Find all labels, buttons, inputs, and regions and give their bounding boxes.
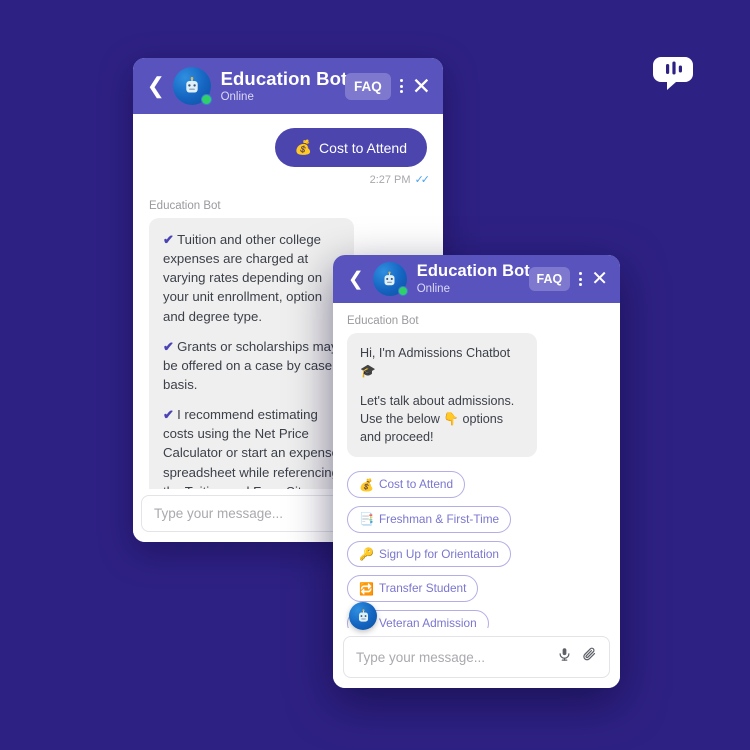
bot-sender-label: Education Bot xyxy=(149,200,221,212)
bookmark-tabs-emoji: 📑 xyxy=(359,512,374,527)
bot-greeting-bubble: Hi, I'm Admissions Chatbot 🎓 Let's talk … xyxy=(347,333,537,458)
user-message-text: Cost to Attend xyxy=(319,139,407,156)
message-input[interactable] xyxy=(356,649,547,665)
check-icon: ✔ xyxy=(163,338,175,354)
bot-greeting-text: Hi, I'm Admissions Chatbot 🎓 xyxy=(360,346,511,379)
money-bag-emoji: 💰 xyxy=(359,477,374,492)
option-label: Veteran Admission xyxy=(378,616,477,628)
key-emoji: 🔑 xyxy=(359,547,374,562)
kebab-menu-icon[interactable] xyxy=(570,272,591,286)
chat-body-front: Education Bot Hi, I'm Admissions Chatbot… xyxy=(333,303,620,628)
chat-bubble-icon xyxy=(653,57,693,90)
robot-avatar-icon xyxy=(384,271,395,285)
back-icon[interactable]: ❮ xyxy=(145,75,167,97)
user-message-row: 💰 Cost to Attend xyxy=(149,128,427,167)
bot-sender-label: Education Bot xyxy=(347,315,419,327)
close-icon[interactable]: ✕ xyxy=(412,74,431,98)
option-chip-freshman-first-time[interactable]: 📑 Freshman & First-Time xyxy=(347,505,512,533)
repeat-emoji: 🔁 xyxy=(359,581,374,596)
back-icon[interactable]: ❮ xyxy=(345,270,367,289)
user-message-bubble[interactable]: 💰 Cost to Attend xyxy=(274,128,427,167)
kebab-menu-icon[interactable] xyxy=(391,79,412,93)
message-meta: 2:27 PM ✓✓ xyxy=(149,173,431,187)
microphone-icon[interactable] xyxy=(557,647,572,667)
bot-name: Education Bot xyxy=(220,68,348,90)
chat-header-back: ❮ Education Bot Online FAQ ✕ xyxy=(133,58,443,114)
bot-paragraph: ✔ Tuition and other college expenses are … xyxy=(163,232,323,324)
bot-body-text: Let's talk about admissions. Use the bel… xyxy=(360,393,515,445)
avatar xyxy=(172,67,212,105)
bot-status: Online xyxy=(220,90,254,103)
robot-avatar-icon xyxy=(358,608,368,622)
bot-paragraph: ✔ I recommend estimating costs using the … xyxy=(163,407,339,489)
close-icon[interactable]: ✕ xyxy=(591,269,608,289)
option-chip-sign-up-orientation[interactable]: 🔑 Sign Up for Orientation xyxy=(347,540,511,568)
robot-avatar-icon xyxy=(185,76,198,93)
header-text-block: Education Bot Online xyxy=(220,68,348,103)
message-timestamp: 2:27 PM xyxy=(369,173,411,186)
option-label: Sign Up for Orientation xyxy=(378,546,499,561)
check-icon: ✔ xyxy=(163,407,175,423)
chat-window-front: ❮ Education Bot Online FAQ ✕ Education B… xyxy=(333,255,620,688)
chat-header-front: ❮ Education Bot Online FAQ ✕ xyxy=(333,255,620,303)
online-status-dot xyxy=(200,94,212,105)
option-chip-transfer-student[interactable]: 🔁 Transfer Student xyxy=(347,575,479,603)
faq-button[interactable]: FAQ xyxy=(528,267,571,291)
money-bag-emoji: 💰 xyxy=(294,139,313,155)
bot-message-bubble: ✔ Tuition and other college expenses are … xyxy=(149,218,354,489)
paperclip-icon[interactable] xyxy=(582,647,597,667)
floating-bot-avatar[interactable] xyxy=(349,602,377,630)
chat-launcher-button[interactable] xyxy=(652,52,694,94)
bot-paragraph: ✔ Grants or scholarships may be offered o… xyxy=(163,338,338,392)
option-chip-cost-to-attend[interactable]: 💰 Cost to Attend xyxy=(347,471,466,498)
header-text-block: Education Bot Online xyxy=(416,262,530,295)
option-label: Freshman & First-Time xyxy=(378,511,500,526)
faq-button[interactable]: FAQ xyxy=(344,72,391,100)
quick-reply-options: 💰 Cost to Attend 📑 Freshman & First-Time… xyxy=(347,471,606,628)
check-icon: ✔ xyxy=(163,232,175,247)
bot-status: Online xyxy=(416,282,450,295)
composer-front xyxy=(333,628,620,688)
option-label: Cost to Attend xyxy=(378,477,454,492)
read-receipt-icon: ✓✓ xyxy=(414,174,431,186)
online-status-dot xyxy=(397,286,408,296)
option-label: Transfer Student xyxy=(378,581,467,596)
avatar xyxy=(372,262,408,296)
bot-name: Education Bot xyxy=(416,262,530,281)
